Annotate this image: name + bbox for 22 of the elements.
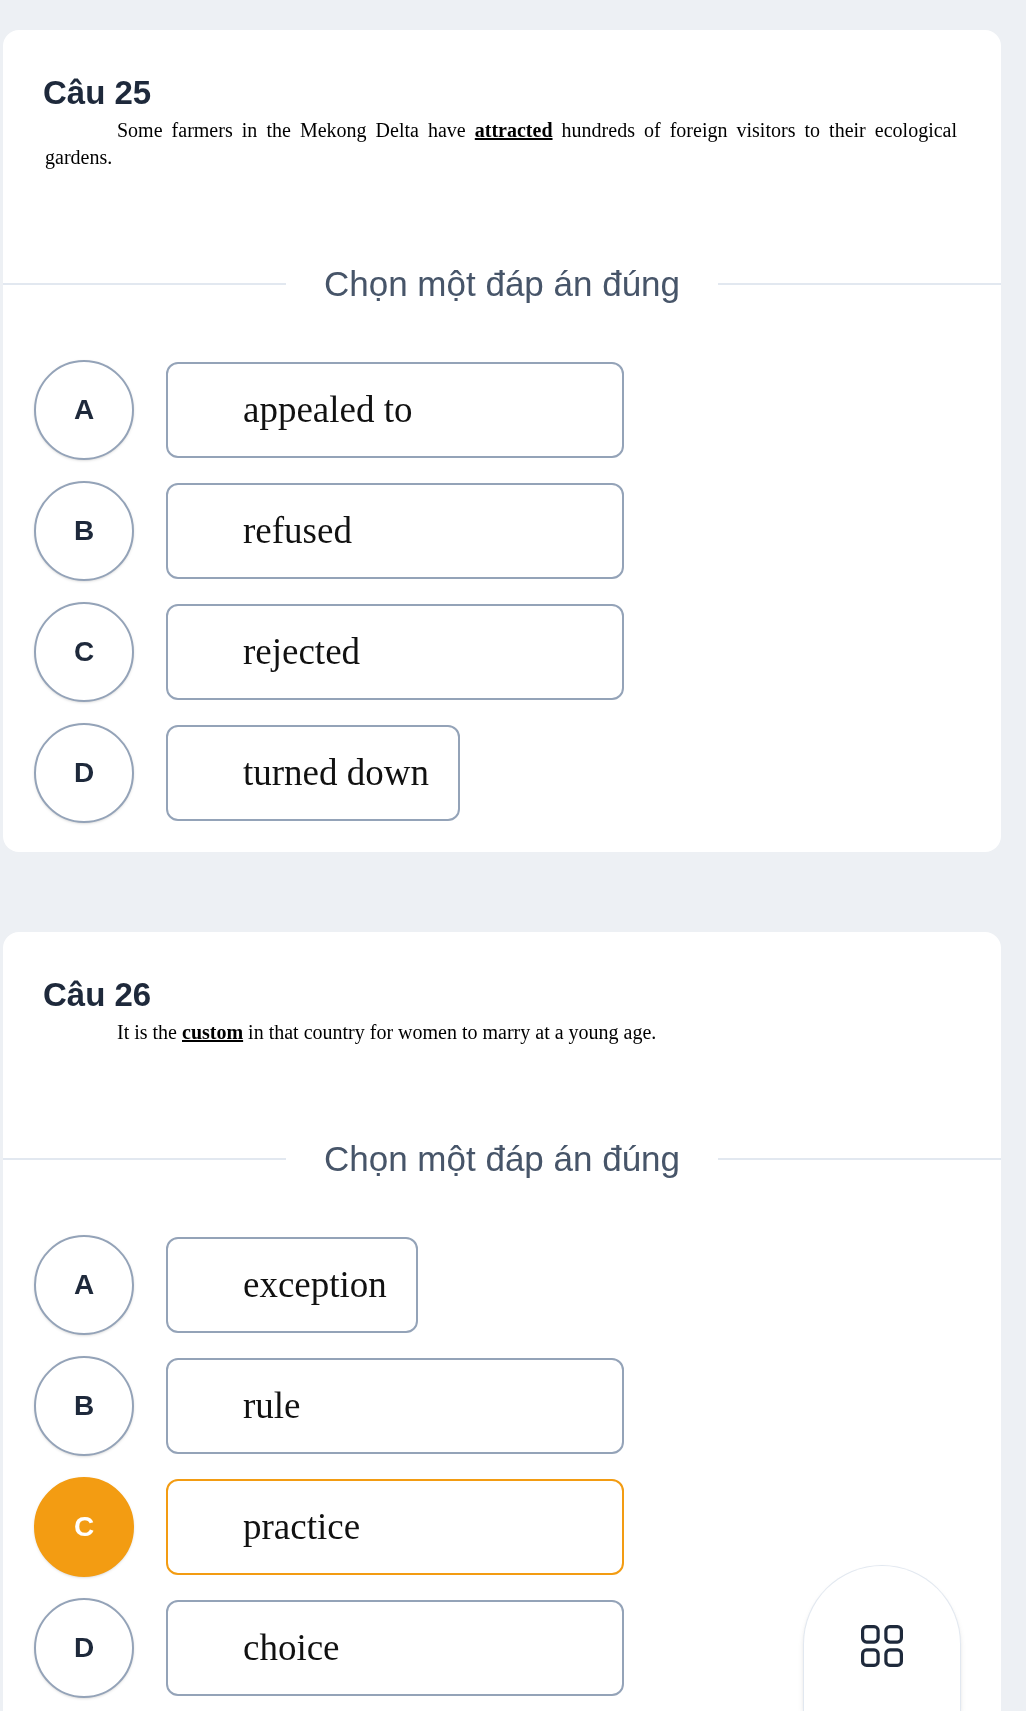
question-text: Some farmers in the Mekong Delta have attracted hundreds of foreign visitors to their ecological gardens. (45, 118, 957, 171)
option-letter-button[interactable]: A (34, 1235, 134, 1335)
question-title: Câu 26 (42, 975, 152, 1015)
option-button[interactable]: rejected (166, 604, 624, 700)
option-button[interactable]: rule (166, 1358, 624, 1454)
option-letter-button[interactable]: B (34, 1356, 134, 1456)
answer-prompt: Chọn một đáp án đúng (322, 263, 682, 305)
option-button[interactable]: turned down (166, 725, 460, 821)
option-button[interactable]: exception (166, 1237, 418, 1333)
question-text: It is the custom in that country for women to marry at a young age. (116, 1020, 658, 1046)
option-letter-button[interactable]: D (34, 723, 134, 823)
question-title: Câu 25 (42, 73, 152, 113)
answer-prompt: Chọn một đáp án đúng (322, 1138, 682, 1180)
option-button[interactable]: refused (166, 483, 624, 579)
option-button[interactable]: practice (166, 1479, 624, 1575)
option-letter-button[interactable]: B (34, 481, 134, 581)
option-letter-button[interactable]: D (34, 1598, 134, 1698)
option-letter-button[interactable]: C (34, 602, 134, 702)
option-button[interactable]: appealed to (166, 362, 624, 458)
option-button[interactable]: choice (166, 1600, 624, 1696)
option-letter-button[interactable]: A (34, 360, 134, 460)
grid-icon (861, 1625, 903, 1667)
